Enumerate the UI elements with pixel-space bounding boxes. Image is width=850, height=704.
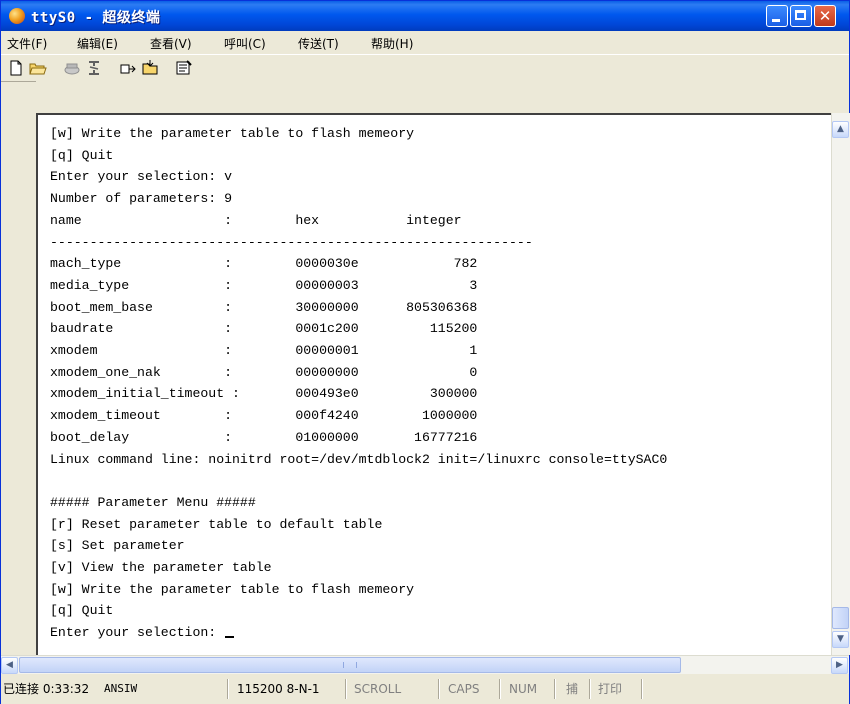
terminal-line: mach_type : 0000030e 782 — [50, 256, 478, 272]
terminal-line: xmodem_initial_timeout : 000493e0 300000 — [50, 386, 478, 402]
menu-call[interactable]: 呼叫(C) — [224, 35, 266, 52]
scroll-down-button[interactable]: ▼ — [832, 631, 849, 648]
properties-icon[interactable] — [175, 59, 193, 77]
status-divider — [499, 679, 501, 699]
terminal-line: name : hex integer — [50, 212, 462, 228]
minimize-icon — [772, 19, 780, 22]
status-divider — [554, 679, 556, 699]
status-scroll: SCROLL — [354, 682, 402, 696]
close-button[interactable]: ✕ — [814, 5, 836, 27]
terminal-line: Enter your selection: — [50, 625, 225, 641]
scroll-up-button[interactable]: ▲ — [832, 121, 849, 138]
menu-bar: 文件(F) 编辑(E) 查看(V) 呼叫(C) 传送(T) 帮助(H) — [1, 31, 849, 53]
status-capture: 捕 — [566, 682, 579, 696]
status-caps: CAPS — [448, 682, 480, 696]
terminal-line: ##### Parameter Menu ##### — [50, 494, 256, 510]
horizontal-scroll-thumb[interactable] — [19, 657, 681, 673]
status-connection: 已连接 0:33:32 — [3, 682, 90, 696]
terminal-line: [v] View the parameter table — [50, 560, 272, 576]
terminal-output[interactable]: [w] Write the parameter table to flash m… — [50, 123, 667, 644]
status-port-settings: 115200 8-N-1 — [237, 682, 320, 696]
status-num: NUM — [509, 682, 538, 696]
call-icon[interactable] — [63, 59, 81, 77]
scroll-left-button[interactable]: ◀ — [1, 657, 18, 674]
terminal-line: boot_mem_base : 30000000 805306368 — [50, 299, 478, 315]
terminal-line: baudrate : 0001c200 115200 — [50, 321, 478, 337]
terminal-line: [s] Set parameter — [50, 538, 185, 554]
terminal-area[interactable]: [w] Write the parameter table to flash m… — [36, 113, 831, 655]
menu-edit[interactable]: 编辑(E) — [77, 35, 118, 52]
send-icon[interactable] — [119, 59, 137, 77]
close-icon: ✕ — [818, 7, 832, 25]
vertical-scroll-thumb[interactable] — [832, 607, 849, 629]
chevron-up-icon: ▲ — [837, 124, 844, 134]
status-bar: 已连接 0:33:32 ANSIW 115200 8-N-1 SCROLL CA… — [1, 674, 849, 704]
text-cursor — [225, 636, 235, 639]
terminal-window: ttyS0 - 超级终端 ✕ 文件(F) 编辑(E) 查看(V) 呼叫(C) 传… — [0, 0, 850, 704]
receive-icon[interactable] — [141, 59, 159, 77]
terminal-line: [w] Write the parameter table to flash m… — [50, 581, 415, 597]
terminal-line: xmodem : 00000001 1 — [50, 343, 478, 359]
title-bar[interactable]: ttyS0 - 超级终端 ✕ — [1, 1, 849, 31]
status-divider — [589, 679, 591, 699]
toolbar — [1, 54, 849, 82]
terminal-line: xmodem_timeout : 000f4240 1000000 — [50, 408, 478, 424]
minimize-button[interactable] — [766, 5, 788, 27]
new-document-icon[interactable] — [7, 59, 25, 77]
terminal-line: boot_delay : 01000000 16777216 — [50, 429, 478, 445]
disconnect-icon[interactable] — [85, 59, 103, 77]
chevron-right-icon: ▶ — [836, 660, 843, 670]
terminal-margin — [36, 81, 849, 115]
terminal-line: Number of parameters: 9 — [50, 191, 233, 207]
grip-icon — [343, 662, 357, 668]
status-divider — [227, 679, 229, 699]
terminal-line: Linux command line: noinitrd root=/dev/m… — [50, 451, 668, 467]
terminal-line: ----------------------------------------… — [50, 234, 533, 250]
status-print: 打印 — [598, 682, 623, 696]
terminal-line: media_type : 00000003 3 — [50, 277, 478, 293]
menu-file[interactable]: 文件(F) — [7, 35, 47, 52]
maximize-icon — [795, 10, 806, 20]
window-title: ttyS0 - 超级终端 — [31, 10, 161, 26]
menu-transfer[interactable]: 传送(T) — [298, 35, 339, 52]
chevron-left-icon: ◀ — [6, 660, 13, 670]
terminal-line: Enter your selection: v — [50, 169, 233, 185]
status-divider — [438, 679, 440, 699]
terminal-line: [q] Quit — [50, 603, 114, 619]
terminal-line: [q] Quit — [50, 147, 114, 163]
scroll-right-button[interactable]: ▶ — [831, 657, 848, 674]
status-emulation: ANSIW — [104, 682, 138, 695]
hyperterminal-icon — [9, 8, 25, 24]
menu-help[interactable]: 帮助(H) — [371, 35, 413, 52]
horizontal-scrollbar[interactable]: ◀ ▶ — [1, 655, 849, 674]
maximize-button[interactable] — [790, 5, 812, 27]
status-divider — [641, 679, 643, 699]
open-folder-icon[interactable] — [29, 59, 47, 77]
chevron-down-icon: ▼ — [837, 634, 844, 644]
terminal-line: [r] Reset parameter table to default tab… — [50, 516, 383, 532]
status-divider — [345, 679, 347, 699]
terminal-line: xmodem_one_nak : 00000000 0 — [50, 364, 478, 380]
menu-view[interactable]: 查看(V) — [150, 35, 192, 52]
terminal-line: [w] Write the parameter table to flash m… — [50, 126, 415, 141]
vertical-scrollbar[interactable]: ▲ ▼ — [831, 113, 850, 655]
